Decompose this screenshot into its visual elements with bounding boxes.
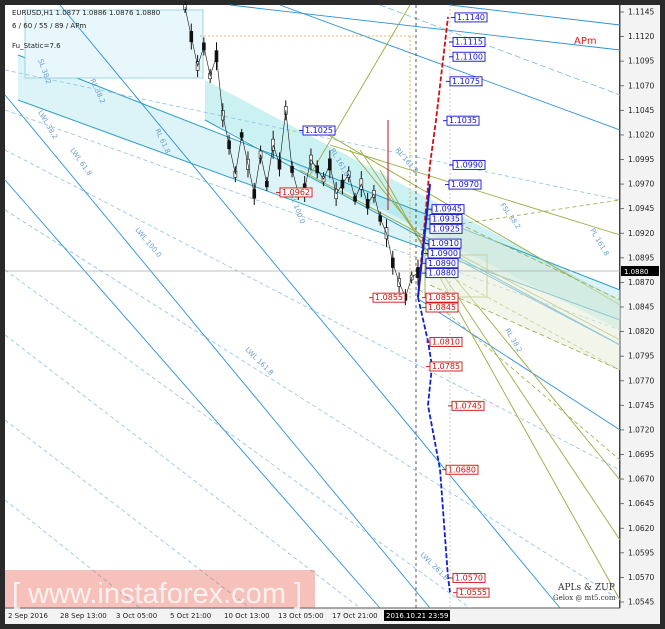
- signature-line2: Gelox @ mt5.com: [553, 594, 616, 602]
- time-tick-label: 5 Oct 21:00: [170, 612, 211, 620]
- current-price-value: 1.0880: [624, 268, 649, 276]
- price-tick-label: 1.0795: [628, 352, 654, 361]
- price-tick-label: 1.1070: [628, 81, 654, 90]
- price-tick-label: 1.0845: [628, 303, 654, 312]
- price-tick-label: 1.0970: [628, 180, 654, 189]
- price-tick-label: 1.1145: [628, 8, 654, 17]
- target-label: 1.0855: [375, 293, 403, 302]
- price-tick-label: 1.0695: [628, 450, 654, 459]
- target-label: 1.1100: [455, 52, 483, 61]
- target-label: 1.0745: [454, 401, 482, 410]
- price-tick-label: 1.0570: [628, 573, 654, 582]
- target-label: 1.0935: [432, 215, 460, 224]
- watermark-text: [ www.instaforex.com ]: [12, 578, 302, 610]
- price-tick-label: 1.1045: [628, 106, 654, 115]
- time-tick-label: 10 Oct 13:00: [224, 612, 270, 620]
- price-tick-label: 1.0945: [628, 204, 654, 213]
- target-label: 1.0990: [455, 160, 483, 169]
- symbol-header: EURUSD,H1 1.0877 1.0886 1.0876 1.0880: [12, 9, 160, 17]
- target-label: 1.1115: [455, 38, 483, 47]
- price-tick-label: 1.0670: [628, 475, 654, 484]
- candle-body: [416, 267, 420, 279]
- price-tick-label: 1.0995: [628, 155, 654, 164]
- time-tick-label: 17 Oct 21:00: [332, 612, 378, 620]
- target-label: 1.0855: [428, 293, 456, 302]
- price-tick-label: 1.1095: [628, 57, 654, 66]
- price-chart[interactable]: 1.1140 1.1115 1.1100 1.1075 1.1035 1.0990 1.09…: [0, 0, 665, 629]
- price-tick-label: 1.0920: [628, 229, 654, 238]
- target-label: 1.0900: [430, 249, 458, 258]
- apm-label: APm: [574, 36, 597, 47]
- price-tick-label: 1.1120: [628, 32, 654, 41]
- time-tick-label: 2 Sep 2016: [8, 612, 48, 620]
- price-tick-label: 1.0545: [628, 598, 654, 607]
- target-label: 1.0570: [455, 573, 483, 582]
- target-label: 1.1075: [452, 77, 480, 86]
- target-label: 1.0945: [434, 205, 462, 214]
- price-tick-label: 1.0745: [628, 401, 654, 410]
- price-tick-label: 1.0820: [628, 327, 654, 336]
- price-tick-label: 1.0645: [628, 499, 654, 508]
- cursor-time-value: 2016.10.21 23:59: [386, 612, 448, 620]
- signature-line1: APLs & ZUP: [557, 583, 615, 593]
- target-label: 1.1025: [305, 126, 333, 135]
- target-label: 1.0880: [428, 269, 456, 278]
- target-label: 1.0785: [432, 362, 460, 371]
- target-label: 1.1035: [449, 116, 477, 125]
- target-label: 1.0910: [431, 239, 459, 248]
- target-label: 1.0845: [428, 303, 456, 312]
- static-label: Fu_Static=7.6: [12, 42, 61, 50]
- chart-window: 1.1140 1.1115 1.1100 1.1075 1.1035 1.0990 1.09…: [0, 0, 665, 629]
- target-label: 1.0890: [428, 259, 456, 268]
- time-tick-label: 13 Oct 05:00: [278, 612, 324, 620]
- time-axis-labels: 2 Sep 2016 28 Sep 13:00 3 Oct 05:00 5 Oct 2…: [8, 612, 378, 620]
- time-tick-label: 28 Sep 13:00: [60, 612, 107, 620]
- price-tick-label: 1.0720: [628, 425, 654, 434]
- price-tick-label: 1.0870: [628, 278, 654, 287]
- time-tick-label: 3 Oct 05:00: [116, 612, 157, 620]
- target-label: 1.0925: [432, 224, 460, 233]
- target-label: 1.0555: [459, 588, 487, 597]
- target-label: 1.0680: [448, 465, 476, 474]
- price-tick-label: 1.0595: [628, 548, 654, 557]
- target-label: 1.0810: [432, 337, 460, 346]
- target-label: 1.1140: [457, 13, 485, 22]
- price-tick-label: 1.0620: [628, 524, 654, 533]
- candle-body: [183, 4, 187, 10]
- target-label: 1.0970: [451, 180, 479, 189]
- price-tick-label: 1.0770: [628, 376, 654, 385]
- params-header: 6 / 60 / 55 / 89 / APm: [12, 22, 86, 30]
- price-tick-label: 1.0895: [628, 253, 654, 262]
- price-tick-label: 1.1020: [628, 130, 654, 139]
